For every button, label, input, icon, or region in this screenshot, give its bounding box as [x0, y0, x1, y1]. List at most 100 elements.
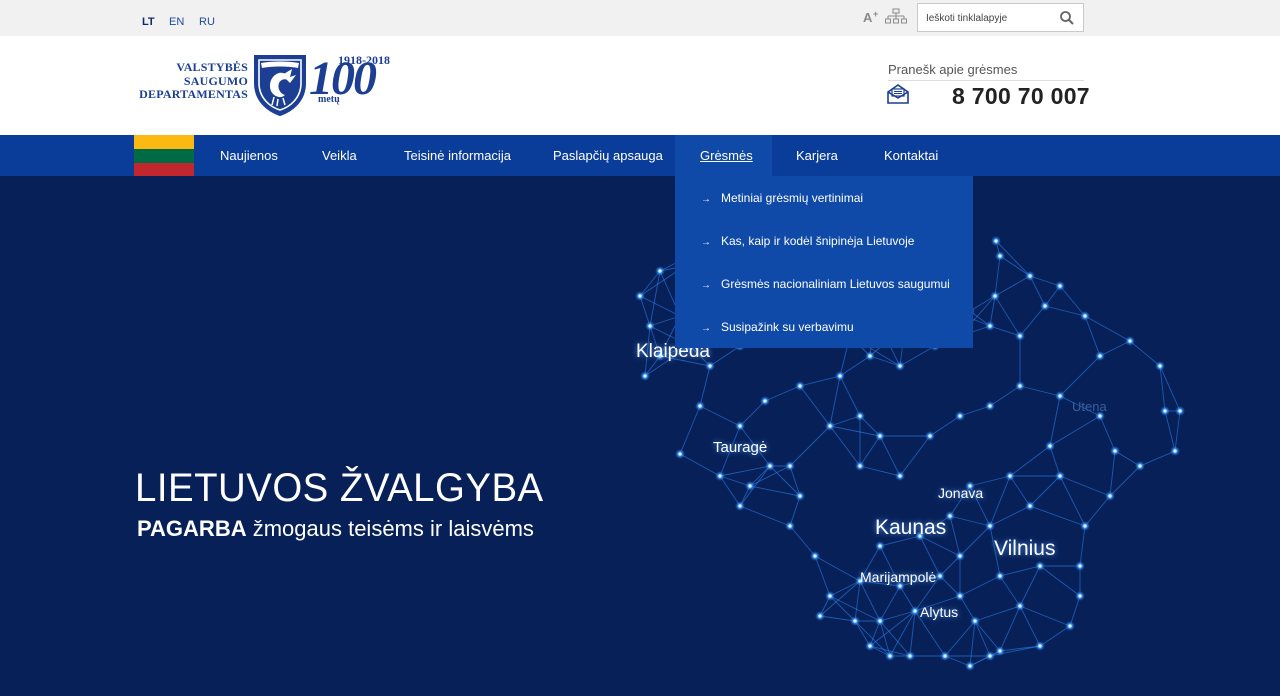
network-node-core — [943, 654, 947, 658]
network-link — [1084, 315, 1101, 357]
network-link — [719, 475, 741, 507]
network-link — [994, 275, 1031, 297]
network-node-core — [888, 654, 892, 658]
network-link — [999, 605, 1021, 652]
dropdown-item-gresmes-saugumui[interactable]: → Grėsmės nacionaliniam Lietuvos saugumui — [701, 277, 950, 291]
network-link — [679, 405, 701, 455]
report-threats-label: Pranešk apie grėsmes — [888, 62, 1018, 77]
network-node-core — [1018, 334, 1022, 338]
network-node-core — [958, 554, 962, 558]
network-node-core — [938, 574, 942, 578]
nav-item-karjera[interactable]: Karjera — [796, 135, 838, 176]
network-node-core — [853, 619, 857, 623]
network-link — [679, 453, 721, 477]
network-node-core — [868, 354, 872, 358]
network-node-core — [994, 239, 998, 243]
dropdown-item-verbavimas[interactable]: → Susipažink su verbavimu — [701, 320, 854, 334]
arrow-right-icon: → — [701, 237, 711, 248]
svg-text:+: + — [873, 9, 878, 19]
arrow-right-icon: → — [701, 280, 711, 291]
search-box — [917, 3, 1084, 32]
logo-text: VALSTYBĖS SAUGUMO DEPARTAMENTAS — [139, 60, 248, 101]
city-label: Vilnius — [994, 537, 1056, 560]
network-node-core — [1043, 304, 1047, 308]
network-node-core — [913, 609, 917, 613]
network-link — [1164, 410, 1176, 452]
network-node-core — [748, 484, 752, 488]
nav-item-naujienos[interactable]: Naujienos — [220, 135, 278, 176]
network-node-core — [798, 384, 802, 388]
network-link — [799, 375, 841, 387]
network-link — [1174, 410, 1181, 452]
site-header: VALSTYBĖS SAUGUMO DEPARTAMENTAS 100 1918… — [0, 36, 1280, 135]
network-link — [769, 465, 801, 497]
text-size-icon[interactable]: A + — [862, 8, 880, 31]
network-link — [859, 435, 881, 467]
svg-text:A: A — [863, 10, 873, 25]
network-link — [649, 270, 661, 327]
network-link — [889, 610, 916, 657]
network-node-core — [1098, 354, 1102, 358]
network-node-core — [718, 474, 722, 478]
dropdown-item-metiniai-vertinimai[interactable]: → Metiniai grėsmių vertinimai — [701, 191, 863, 205]
network-node-core — [643, 374, 647, 378]
network-link — [899, 345, 936, 367]
lang-en-link[interactable]: EN — [169, 16, 184, 28]
network-link — [989, 505, 1031, 527]
lithuania-network-map — [635, 236, 1185, 671]
network-link — [1059, 355, 1101, 397]
nav-item-teisine-informacija[interactable]: Teisinė informacija — [404, 135, 511, 176]
shield-crest-icon — [252, 53, 308, 122]
dropdown-item-snipinejimas[interactable]: → Kas, kaip ir kodėl šnipinėja Lietuvoje — [701, 234, 914, 248]
network-link — [1059, 475, 1111, 497]
network-node-core — [998, 649, 1002, 653]
network-node-core — [1008, 474, 1012, 478]
network-node-core — [973, 619, 977, 623]
network-link — [1084, 315, 1131, 342]
envelope-icon — [887, 84, 909, 109]
phone-link[interactable]: 8 700 70 007 — [952, 83, 1090, 110]
nav-item-gresmes[interactable]: Grėsmės — [675, 135, 772, 176]
network-link — [1079, 525, 1086, 567]
network-link — [829, 375, 841, 427]
nav-item-paslapciu-apsauga[interactable]: Paslapčių apsauga — [553, 135, 663, 176]
sitemap-icon[interactable] — [885, 8, 907, 31]
network-link — [789, 425, 831, 467]
network-node-core — [988, 324, 992, 328]
network-node-core — [1018, 384, 1022, 388]
network-link — [879, 435, 901, 477]
network-node-core — [1068, 624, 1072, 628]
network-node-core — [638, 294, 642, 298]
search-input[interactable] — [926, 10, 1054, 26]
network-link — [1099, 340, 1131, 357]
network-node-core — [1048, 444, 1052, 448]
network-node-core — [988, 654, 992, 658]
network-link — [839, 375, 861, 417]
network-node-core — [1028, 504, 1032, 508]
network-link — [1099, 415, 1116, 452]
network-link — [829, 425, 861, 467]
network-node-core — [1113, 449, 1117, 453]
network-node-core — [1083, 524, 1087, 528]
lang-lt-link[interactable]: LT — [142, 16, 155, 28]
nav-item-kontaktai[interactable]: Kontaktai — [884, 135, 938, 176]
network-link — [989, 385, 1021, 407]
network-node-core — [1163, 409, 1167, 413]
network-link — [789, 525, 816, 557]
network-link — [1029, 475, 1061, 507]
network-link — [959, 525, 991, 557]
network-link — [999, 565, 1041, 577]
logo-years: 1918-2018 — [338, 53, 390, 67]
network-node-core — [763, 399, 767, 403]
nav-item-veikla[interactable]: Veikla — [322, 135, 357, 176]
search-icon[interactable] — [1059, 10, 1075, 26]
lang-ru-link[interactable]: RU — [199, 16, 215, 28]
city-label: Kaunas — [875, 516, 947, 539]
network-link — [814, 555, 861, 582]
network-node-core — [708, 364, 712, 368]
network-node-core — [818, 614, 822, 618]
network-link — [1129, 340, 1161, 367]
network-node-core — [948, 514, 952, 518]
network-node-core — [1058, 284, 1062, 288]
network-node-core — [988, 404, 992, 408]
